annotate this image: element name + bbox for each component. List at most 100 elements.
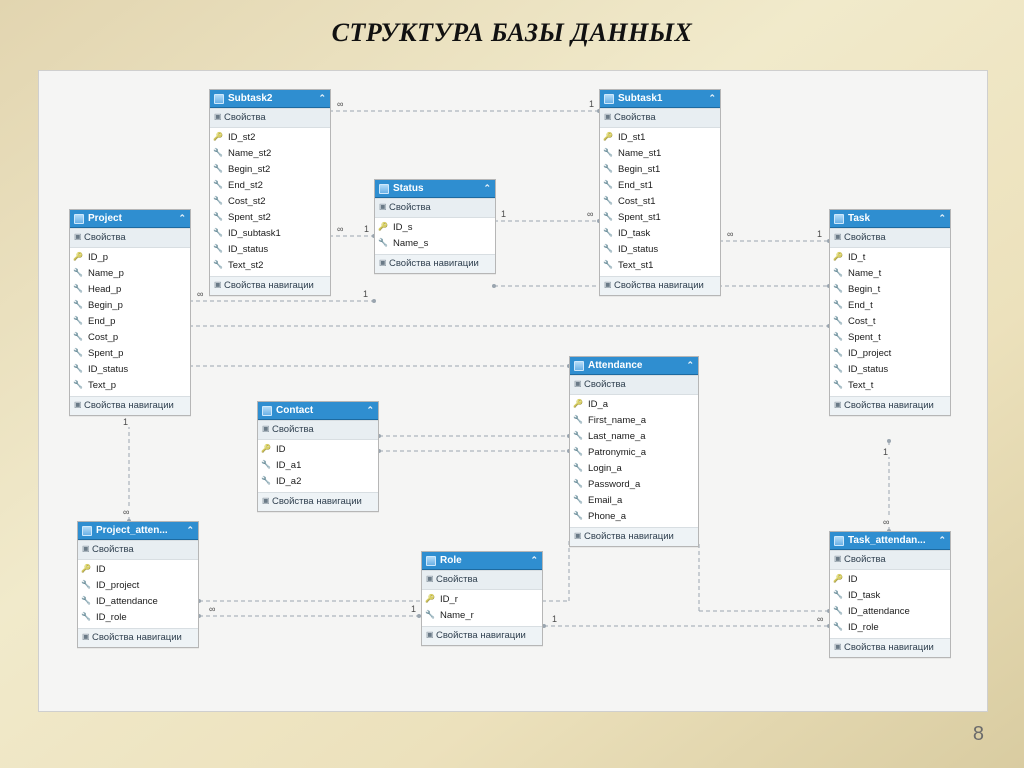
section-properties: Свойства	[70, 228, 190, 248]
entity-field: Login_a	[570, 461, 698, 477]
entity-field: ID_task	[830, 588, 950, 604]
entity-name: Project_atten...	[96, 525, 186, 536]
entity-field: Cost_t	[830, 314, 950, 330]
field-label: Begin_t	[848, 284, 880, 295]
table-icon	[604, 94, 614, 104]
entity-name: Task	[848, 213, 938, 224]
field-icon	[214, 148, 224, 158]
entity-field: ID_a2	[258, 474, 378, 490]
entity-fields: ID_pName_pHead_pBegin_pEnd_pCost_pSpent_…	[70, 248, 190, 396]
entity-header[interactable]: Contact ⌃	[258, 402, 378, 420]
entity-header[interactable]: Subtask1 ⌃	[600, 90, 720, 108]
primary-key-icon	[262, 444, 272, 454]
cardinality-label: ∞	[725, 229, 735, 239]
cardinality-label: ∞	[815, 614, 825, 624]
entity-header[interactable]: Subtask2 ⌃	[210, 90, 330, 108]
entity-name: Attendance	[588, 360, 686, 371]
field-label: Spent_st1	[618, 212, 661, 223]
primary-key-icon	[604, 132, 614, 142]
entity-field: ID_st1	[600, 130, 720, 146]
field-icon	[214, 260, 224, 270]
primary-key-icon	[379, 222, 389, 232]
field-label: ID	[96, 564, 106, 575]
field-label: Text_t	[848, 380, 873, 391]
field-label: ID_st1	[618, 132, 645, 143]
entity-header[interactable]: Task ⌃	[830, 210, 950, 228]
entity-field: Begin_t	[830, 282, 950, 298]
entity-header[interactable]: Status ⌃	[375, 180, 495, 198]
entity-project[interactable]: Project ⌃ Свойства ID_p Name_pHead_p Begin…	[69, 209, 191, 416]
entity-contact[interactable]: Contact ⌃ Свойства IDID_a1ID_a2 Свойства…	[257, 401, 379, 512]
entity-field: Last_name_a	[570, 429, 698, 445]
field-label: ID_status	[88, 364, 128, 375]
field-label: ID_p	[88, 252, 108, 263]
section-properties: Свойства	[78, 540, 198, 560]
field-label: ID_project	[848, 348, 891, 359]
field-label: ID_a	[588, 399, 608, 410]
entity-field: Head_p	[70, 282, 190, 298]
field-icon	[214, 228, 224, 238]
section-properties: Свойства	[210, 108, 330, 128]
entity-name: Task_attendan...	[848, 535, 938, 546]
entity-status[interactable]: Status ⌃ Свойства ID_sName_s Свойства на…	[374, 179, 496, 274]
field-label: ID_t	[848, 252, 865, 263]
primary-key-icon	[834, 252, 844, 262]
field-label: ID_status	[618, 244, 658, 255]
field-icon	[214, 196, 224, 206]
field-icon	[74, 380, 84, 390]
field-label: Login_a	[588, 463, 622, 474]
entity-header[interactable]: Project ⌃	[70, 210, 190, 228]
field-label: Password_a	[588, 479, 640, 490]
section-navigation: Свойства навигации	[830, 396, 950, 415]
entity-subtask1[interactable]: Subtask1 ⌃ Свойства ID_st1Name_st1Begin_…	[599, 89, 721, 296]
field-label: Spent_st2	[228, 212, 271, 223]
entity-field: ID_project	[78, 578, 198, 594]
entity-field: Name_p	[70, 266, 190, 282]
entity-field: Spent_st1	[600, 210, 720, 226]
entity-subtask2[interactable]: Subtask2 ⌃ Свойства ID_st2Name_st2Begin_…	[209, 89, 331, 296]
chevron-up-icon: ⌃	[483, 183, 491, 194]
entity-task-attendance[interactable]: Task_attendan... ⌃ Свойства IDID_taskID_…	[829, 531, 951, 658]
section-navigation: Свойства навигации	[258, 492, 378, 511]
entity-attendance[interactable]: Attendance ⌃ Свойства ID_aFirst_name_aLa…	[569, 356, 699, 547]
entity-field: Cost_st2	[210, 194, 330, 210]
entity-header[interactable]: Project_atten... ⌃	[78, 522, 198, 540]
field-icon	[604, 212, 614, 222]
field-label: Spent_p	[88, 348, 123, 359]
field-icon	[74, 332, 84, 342]
entity-field: ID	[830, 572, 950, 588]
field-icon	[426, 610, 436, 620]
entity-name: Contact	[276, 405, 366, 416]
field-label: Cost_p	[88, 332, 118, 343]
field-label: Begin_st1	[618, 164, 660, 175]
field-icon	[214, 244, 224, 254]
field-label: Begin_p	[88, 300, 123, 311]
entity-header[interactable]: Attendance ⌃	[570, 357, 698, 375]
entity-field: Text_st2	[210, 258, 330, 274]
chevron-up-icon: ⌃	[530, 555, 538, 566]
field-label: Email_a	[588, 495, 622, 506]
entity-field: ID_project	[830, 346, 950, 362]
entity-field: Begin_st1	[600, 162, 720, 178]
field-label: End_st1	[618, 180, 653, 191]
entity-header[interactable]: Role ⌃	[422, 552, 542, 570]
entity-field: Email_a	[570, 493, 698, 509]
cardinality-label: 1	[362, 224, 371, 234]
section-navigation: Свойства навигации	[600, 276, 720, 295]
table-icon	[574, 361, 584, 371]
field-label: Cost_st2	[228, 196, 266, 207]
cardinality-label: ∞	[881, 517, 891, 527]
entity-project-attendance[interactable]: Project_atten... ⌃ Свойства ID ID_project…	[77, 521, 199, 648]
field-label: Cost_st1	[618, 196, 656, 207]
entity-field: Cost_st1	[600, 194, 720, 210]
entity-fields: ID_aFirst_name_aLast_name_aPatronymic_aL…	[570, 395, 698, 527]
entity-field: ID_status	[210, 242, 330, 258]
entity-field: ID_st2	[210, 130, 330, 146]
entity-field: Text_t	[830, 378, 950, 394]
entity-role[interactable]: Role ⌃ Свойства ID_rName_r Свойства нави…	[421, 551, 543, 646]
entity-task[interactable]: Task ⌃ Свойства ID_tName_tBegin_tEnd_tCo…	[829, 209, 951, 416]
chevron-up-icon: ⌃	[366, 405, 374, 416]
field-icon	[604, 180, 614, 190]
entity-field: Phone_a	[570, 509, 698, 525]
entity-header[interactable]: Task_attendan... ⌃	[830, 532, 950, 550]
